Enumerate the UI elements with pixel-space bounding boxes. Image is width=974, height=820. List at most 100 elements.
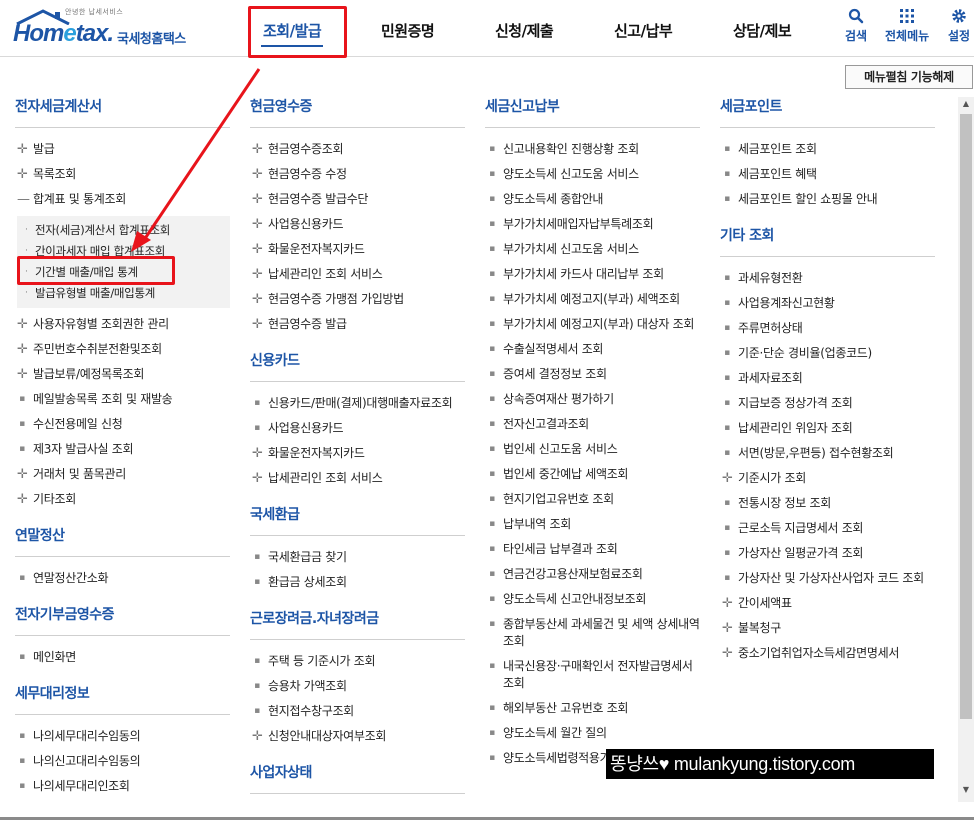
menu-item-receive-mail[interactable]: ▪ 수신전용메일 신청 xyxy=(15,412,230,437)
menu-item-merchant-join[interactable]: ✛ 현금영수증 가맹점 가입방법 xyxy=(250,287,465,312)
menu-item-tax-report-23[interactable]: ▪ 양도소득세 월간 질의 xyxy=(485,721,700,746)
submenu-item-type-sales-stats[interactable]: · 발급유형별 매출/매입통계 xyxy=(23,283,230,304)
menu-item-tax-report-1[interactable]: ▪ 신고내용확인 진행상황 조회 xyxy=(485,137,700,162)
menu-item-other-lookup-8[interactable]: ▪ 서면(방문,우편등) 접수현황조회 xyxy=(720,441,935,466)
menu-item-other-lookup-16[interactable]: ✛ 중소기업취업자소득세감면명세서 xyxy=(720,641,935,666)
menu-item-agent-consent[interactable]: ▪ 나의세무대리수임동의 xyxy=(15,724,230,749)
menu-item-issue[interactable]: ✛ 발급 xyxy=(15,137,230,162)
menu-item-tax-report-5[interactable]: ▪ 부가가치세 신고도움 서비스 xyxy=(485,237,700,262)
menu-item-pending-issue[interactable]: ✛ 발급보류/예정목록조회 xyxy=(15,362,230,387)
menu-item-mail-resend[interactable]: ▪ 메일발송목록 조회 및 재발송 xyxy=(15,387,230,412)
section-title-cash-receipt[interactable]: 현금영수증 xyxy=(250,97,465,117)
menu-item-other-lookup-7[interactable]: ▪ 납세관리인 위임자 조회 xyxy=(720,416,935,441)
gnb-consult-report[interactable]: 상담/제보 xyxy=(733,20,792,41)
menu-item-year-end-simple[interactable]: ▪ 연말정산간소화 xyxy=(15,566,230,591)
menu-item-list-lookup[interactable]: ✛ 목록조회 xyxy=(15,162,230,187)
menu-item-tax-report-14[interactable]: ▪ 법인세 중간예납 세액조회 xyxy=(485,462,700,487)
gnb-civil-cert[interactable]: 민원증명 xyxy=(381,20,435,41)
menu-item-card-sales-lookup[interactable]: ▪ 신용카드/판매(결제)대행매출자료조회 xyxy=(250,391,465,416)
section-title-tax-refund[interactable]: 국세환급 xyxy=(250,505,465,525)
menu-item-other-lookup-9[interactable]: ✛ 기준시가 조회 xyxy=(720,466,935,491)
menu-item-tax-report-8[interactable]: ▪ 부가가치세 예정고지(부과) 대상자 조회 xyxy=(485,312,700,337)
menu-item-cash-receipt-lookup[interactable]: ✛ 현금영수증조회 xyxy=(250,137,465,162)
menu-item-tax-manager-lookup-2[interactable]: ✛ 납세관리인 조회 서비스 xyxy=(250,466,465,491)
menu-item-business-card[interactable]: ✛ 사업용신용카드 xyxy=(250,212,465,237)
menu-item-tax-report-11[interactable]: ▪ 상속증여재산 평가하기 xyxy=(485,387,700,412)
menu-item-tax-report-21[interactable]: ▪ 내국신용장·구매확인서 전자발급명세서 조회 xyxy=(485,654,700,696)
section-title-tax-point[interactable]: 세금포인트 xyxy=(720,97,935,117)
section-title-earned-income-credit[interactable]: 근로장려금.자녀장려금 xyxy=(250,609,465,629)
menu-item-third-party[interactable]: ▪ 제3자 발급사실 조회 xyxy=(15,437,230,462)
menu-item-tax-report-19[interactable]: ▪ 양도소득세 신고안내정보조회 xyxy=(485,587,700,612)
menu-item-cash-receipt-issue[interactable]: ✛ 현금영수증 발급 xyxy=(250,312,465,337)
menu-item-other-lookup-6[interactable]: ▪ 지급보증 정상가격 조회 xyxy=(720,391,935,416)
section-title-donation-receipt[interactable]: 전자기부금영수증 xyxy=(15,605,230,625)
menu-item-other-lookup-4[interactable]: ▪ 기준·단순 경비율(업종코드) xyxy=(720,341,935,366)
menu-item-find-refund[interactable]: ▪ 국세환급금 찾기 xyxy=(250,545,465,570)
submenu-item-invoice-summary[interactable]: · 전자(세금)계산서 합계표조회 xyxy=(23,220,230,241)
menu-item-other-lookup[interactable]: ✛ 기타조회 xyxy=(15,487,230,512)
menu-item-cargo-welfare-card-2[interactable]: ✛ 화물운전자복지카드 xyxy=(250,441,465,466)
menu-item-business-card-2[interactable]: ▪ 사업용신용카드 xyxy=(250,416,465,441)
gnb-apply-submit[interactable]: 신청/제출 xyxy=(495,20,554,41)
section-title-tax-agent[interactable]: 세무대리정보 xyxy=(15,684,230,704)
menu-item-tax-point-benefit[interactable]: ▪ 세금포인트 혜택 xyxy=(720,162,935,187)
menu-item-tax-report-6[interactable]: ▪ 부가가치세 카드사 대리납부 조회 xyxy=(485,262,700,287)
menu-item-main-screen[interactable]: ▪ 메인화면 xyxy=(15,645,230,670)
menu-item-user-permission[interactable]: ✛ 사용자유형별 조회권한 관리 xyxy=(15,312,230,337)
gnb-report-pay[interactable]: 신고/납부 xyxy=(614,20,673,41)
menu-item-car-value[interactable]: ▪ 승용차 가액조회 xyxy=(250,674,465,699)
menu-item-tax-report-22[interactable]: ▪ 해외부동산 고유번호 조회 xyxy=(485,696,700,721)
menu-item-other-lookup-1[interactable]: ▪ 과세유형전환 xyxy=(720,266,935,291)
menu-item-tax-report-9[interactable]: ▪ 수출실적명세서 조회 xyxy=(485,337,700,362)
menu-item-tax-report-18[interactable]: ▪ 연금건강고용산재보험료조회 xyxy=(485,562,700,587)
menu-item-refund-detail[interactable]: ▪ 환급금 상세조회 xyxy=(250,570,465,595)
settings-button[interactable]: 설정 xyxy=(948,8,970,44)
menu-item-other-lookup-2[interactable]: ▪ 사업용계좌신고현황 xyxy=(720,291,935,316)
section-title-credit-card[interactable]: 신용카드 xyxy=(250,351,465,371)
menu-item-tax-report-15[interactable]: ▪ 현지기업고유번호 조회 xyxy=(485,487,700,512)
menu-item-tax-report-10[interactable]: ▪ 증여세 결정정보 조회 xyxy=(485,362,700,387)
menu-item-tax-report-16[interactable]: ▪ 납부내역 조회 xyxy=(485,512,700,537)
section-title-business-status[interactable]: 사업자상태 xyxy=(250,763,465,783)
menu-item-report-agent-consent[interactable]: ▪ 나의신고대리수임동의 xyxy=(15,749,230,774)
menu-item-cash-receipt-edit[interactable]: ✛ 현금영수증 수정 xyxy=(250,162,465,187)
section-title-other-lookup[interactable]: 기타 조회 xyxy=(720,226,935,246)
scroll-down-arrow-icon[interactable]: ▼ xyxy=(958,783,974,797)
menu-item-agent-lookup[interactable]: ▪ 나의세무대리인조회 xyxy=(15,774,230,799)
menu-item-tax-report-20[interactable]: ▪ 종합부동산세 과세물건 및 세액 상세내역 조회 xyxy=(485,612,700,654)
menu-item-housing-price[interactable]: ▪ 주택 등 기준시가 조회 xyxy=(250,649,465,674)
menu-item-eligibility[interactable]: ✛ 신청안내대상자여부조회 xyxy=(250,724,465,749)
menu-item-tax-report-7[interactable]: ▪ 부가가치세 예정고지(부과) 세액조회 xyxy=(485,287,700,312)
section-title-tax-report-payment[interactable]: 세금신고납부 xyxy=(485,97,700,117)
menu-item-tax-report-4[interactable]: ▪ 부가가치세매입자납부특례조회 xyxy=(485,212,700,237)
search-button[interactable]: 검색 xyxy=(845,8,867,44)
menu-item-other-lookup-12[interactable]: ▪ 가상자산 일평균가격 조회 xyxy=(720,541,935,566)
scrollbar-thumb[interactable] xyxy=(960,114,972,719)
menu-item-other-lookup-14[interactable]: ✛ 간이세액표 xyxy=(720,591,935,616)
menu-item-tax-point-lookup[interactable]: ▪ 세금포인트 조회 xyxy=(720,137,935,162)
menu-item-tax-report-17[interactable]: ▪ 타인세금 납부결과 조회 xyxy=(485,537,700,562)
menu-item-summary-stats[interactable]: — 합계표 및 통계조회 xyxy=(15,187,230,212)
menu-item-tax-report-13[interactable]: ▪ 법인세 신고도움 서비스 xyxy=(485,437,700,462)
menu-expand-toggle-button[interactable]: 메뉴펼침 기능해제 xyxy=(845,65,973,89)
menu-item-other-lookup-10[interactable]: ▪ 전통시장 정보 조회 xyxy=(720,491,935,516)
menu-item-tax-manager-lookup[interactable]: ✛ 납세관리인 조회 서비스 xyxy=(250,262,465,287)
menu-item-other-lookup-11[interactable]: ▪ 근로소득 지급명세서 조회 xyxy=(720,516,935,541)
menu-item-other-lookup-13[interactable]: ▪ 가상자산 및 가상자산사업자 코드 조회 xyxy=(720,566,935,591)
menu-item-tax-report-3[interactable]: ▪ 양도소득세 종합안내 xyxy=(485,187,700,212)
menu-item-cash-receipt-means[interactable]: ✛ 현금영수증 발급수단 xyxy=(250,187,465,212)
section-title-e-tax-invoice[interactable]: 전자세금계산서 xyxy=(15,97,230,117)
hometax-logo[interactable]: 안녕한 납세서비스 Hometax. 국세청홈택스 xyxy=(13,6,203,50)
all-menu-button[interactable]: 전체메뉴 xyxy=(885,8,929,44)
menu-item-other-lookup-15[interactable]: ✛ 불복청구 xyxy=(720,616,935,641)
menu-item-tax-report-12[interactable]: ▪ 전자신고결과조회 xyxy=(485,412,700,437)
menu-item-tax-report-2[interactable]: ▪ 양도소득세 신고도움 서비스 xyxy=(485,162,700,187)
menu-item-other-lookup-3[interactable]: ▪ 주류면허상태 xyxy=(720,316,935,341)
menu-item-tax-point-mall[interactable]: ▪ 세금포인트 할인 쇼핑몰 안내 xyxy=(720,187,935,212)
menu-item-local-desk[interactable]: ▪ 현지접수창구조회 xyxy=(250,699,465,724)
menu-item-partner-items[interactable]: ✛ 거래처 및 품목관리 xyxy=(15,462,230,487)
scroll-up-arrow-icon[interactable]: ▲ xyxy=(958,97,974,111)
menu-item-cargo-welfare-card[interactable]: ✛ 화물운전자복지카드 xyxy=(250,237,465,262)
menu-item-other-lookup-5[interactable]: ▪ 과세자료조회 xyxy=(720,366,935,391)
